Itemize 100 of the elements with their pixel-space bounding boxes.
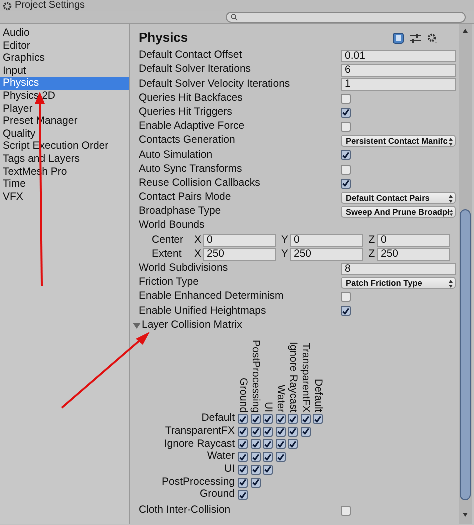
sidebar-item[interactable]: Physics [0,77,129,90]
updown-icon [449,138,453,146]
checkbox[interactable] [238,452,248,462]
settings-icon[interactable] [427,32,438,44]
sidebar-item[interactable]: Time [0,178,129,191]
checkbox[interactable] [341,306,351,316]
checkbox[interactable] [288,439,298,450]
layer-label: Ground [198,488,236,502]
field-label: Friction Type [139,275,200,290]
field-label: Center [151,232,185,248]
checkbox[interactable] [238,464,248,475]
scrollbar[interactable] [459,24,472,524]
field-label: Auto Sync Transforms [139,162,244,177]
input-field[interactable]: 0 [377,234,450,247]
field-label: Enable Unified Heightmaps [139,304,268,319]
axis-label: X [193,246,202,262]
search-icon [231,14,238,21]
checkbox[interactable] [288,414,298,424]
sidebar-item[interactable]: Graphics [0,52,129,65]
input-field[interactable]: 250 [377,248,450,261]
checkbox[interactable] [288,426,298,437]
checkbox[interactable] [341,178,351,189]
field-label: Contact Pairs Mode [139,190,232,206]
layer-label: PostProcessing [250,340,262,413]
axis-label: Y [280,246,290,262]
checkbox[interactable] [341,150,351,160]
checkbox[interactable] [341,506,351,516]
checkbox[interactable] [250,426,261,437]
checkbox[interactable] [341,94,351,104]
checkbox[interactable] [238,490,248,500]
field-label: Reuse Collision Callbacks [139,176,262,191]
updown-icon [449,194,453,203]
layer-label: UI [224,462,236,477]
checkbox[interactable] [250,464,261,475]
checkbox[interactable] [263,426,274,437]
field-label: World Subdivisions [139,261,230,276]
search-field[interactable] [226,12,466,23]
field-label: Enable Adaptive Force [139,119,246,134]
checkbox[interactable] [341,292,351,302]
checkbox[interactable] [250,414,261,424]
checkbox[interactable] [276,452,286,462]
field-label: Default Solver Velocity Iterations [139,76,292,92]
layer-label: Default [200,411,236,426]
sidebar-item[interactable]: Audio [0,27,129,40]
input-field[interactable]: 0.01 [341,50,456,62]
sidebar-item[interactable]: Quality [0,128,129,140]
checkbox[interactable] [300,414,311,424]
checkbox[interactable] [238,439,248,450]
dropdown[interactable]: Sweep And Prune Broadpł [341,206,456,218]
sidebar-item[interactable]: Physics 2D [0,90,129,103]
input-field[interactable]: 6 [341,64,456,77]
checkbox[interactable] [250,452,261,462]
checkbox[interactable] [238,426,248,437]
checkbox[interactable] [238,414,248,424]
layer-label: Water [274,385,287,413]
dropdown[interactable]: Patch Friction Type [341,276,456,290]
checkbox[interactable] [250,478,261,488]
input-field[interactable]: 250 [203,248,276,261]
sidebar-item[interactable]: Input [0,64,129,78]
input-field[interactable]: 250 [290,248,363,261]
input-field[interactable]: 8 [341,262,456,276]
checkbox[interactable] [300,426,311,437]
checkbox[interactable] [238,478,248,488]
layer-label: Ignore Raycast [287,342,300,413]
dropdown[interactable]: Default Contact Pairs [341,192,456,204]
field-label: Broadphase Type [139,204,222,220]
checkbox[interactable] [341,164,351,175]
dropdown[interactable]: Persistent Contact Manifc [341,134,456,148]
checkbox[interactable] [250,439,261,450]
checkbox[interactable] [263,439,274,450]
checkbox[interactable] [276,426,286,437]
axis-label: Z [368,246,376,262]
field-label: Default Contact Offset [139,48,244,64]
layer-label: UI [262,402,274,413]
checkbox[interactable] [263,414,274,424]
field-label: World Bounds [139,218,206,234]
sidebar-item[interactable]: VFX [0,190,129,204]
checkbox[interactable] [263,464,274,475]
sliders-icon[interactable] [410,32,421,44]
field-label: Enable Enhanced Determinism [139,289,285,304]
checkbox[interactable] [263,452,274,462]
checkbox[interactable] [276,414,286,424]
input-field[interactable]: 0 [290,234,363,247]
input-field[interactable]: 0 [203,234,276,247]
checkbox[interactable] [341,122,351,132]
section-title[interactable]: Layer Collision Matrix [142,318,456,334]
field-label: Extent [151,246,183,262]
input-field[interactable]: 1 [341,78,456,91]
checkbox[interactable] [313,414,324,424]
axis-label: X [193,232,202,248]
field-label: Default Solver Iterations [139,62,252,78]
layer-label: Ignore Raycast [163,436,236,452]
foldout-toggle[interactable] [133,322,141,330]
layer-label: Default [312,379,324,413]
layer-label: PostProcessing [161,474,236,489]
sidebar-item[interactable]: Editor [0,40,129,52]
sidebar-item[interactable]: Player [0,102,129,116]
checkbox[interactable] [276,439,286,450]
field-label: Auto Simulation [139,148,214,163]
checkbox[interactable] [341,108,351,118]
